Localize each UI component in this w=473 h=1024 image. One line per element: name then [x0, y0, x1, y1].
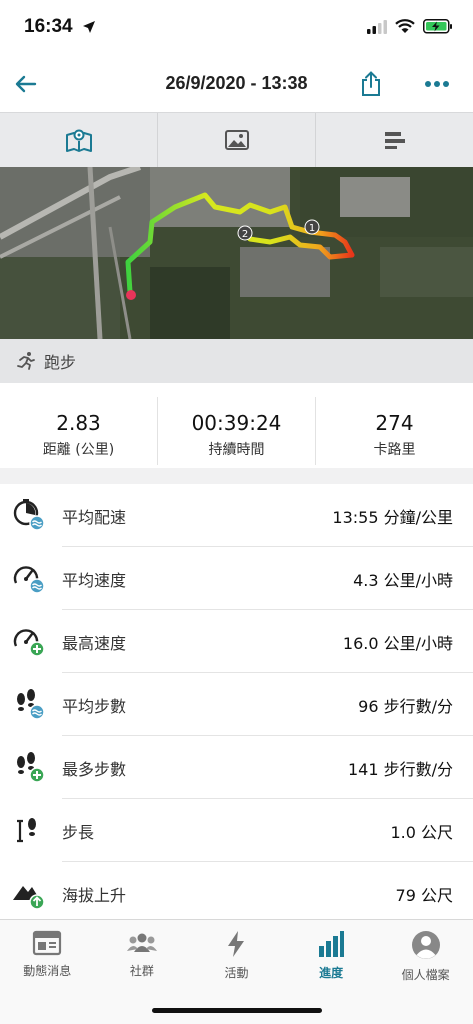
distance-value: 2.83: [56, 411, 101, 435]
route-map[interactable]: 1 2: [0, 167, 473, 339]
stride-length-icon: [17, 818, 36, 843]
avg-speed-icon: [13, 566, 45, 594]
map-marker-1: 1: [309, 223, 315, 234]
activity-icon: [228, 931, 245, 957]
stat-label: 平均配速: [62, 508, 127, 527]
tab-photos[interactable]: [158, 113, 316, 167]
status-bar: 16:34: [0, 0, 473, 56]
map-icon: [65, 129, 92, 152]
tab-profile[interactable]: 個人檔案: [378, 920, 473, 1024]
calories-label: 卡路里: [373, 442, 416, 458]
profile-icon: [411, 931, 440, 959]
section-divider: [0, 468, 473, 484]
stat-value: 4.3 公里/小時: [353, 571, 453, 590]
duration-value: 00:39:24: [191, 411, 282, 435]
stat-label: 平均速度: [62, 571, 127, 590]
activity-type-bar: 跑步: [0, 339, 473, 383]
stat-value: 1.0 公尺: [390, 823, 453, 842]
summary-distance: 2.83 距離 (公里): [0, 397, 158, 465]
tab-charts[interactable]: [316, 113, 473, 167]
tab-label: 個人檔案: [401, 968, 450, 982]
location-arrow-icon: [83, 21, 95, 33]
share-button[interactable]: [355, 68, 387, 100]
community-icon: [126, 933, 157, 952]
activity-type-label: 跑步: [44, 353, 77, 372]
progress-icon: [319, 931, 345, 957]
elevation-gain-icon: [13, 886, 45, 910]
detail-tabs: [0, 112, 473, 167]
stat-value: 79 公尺: [395, 886, 453, 905]
avg-cadence-icon: [17, 689, 45, 720]
activity-summary: 2.83 距離 (公里) 00:39:24 持續時間 274 卡路里: [0, 397, 473, 465]
duration-label: 持續時間: [208, 442, 265, 458]
status-time: 16:34: [24, 16, 73, 37]
stat-value: 13:55 分鐘/公里: [332, 508, 453, 527]
max-cadence-icon: [17, 752, 45, 783]
running-icon: [17, 352, 35, 370]
chart-icon: [384, 132, 405, 149]
stat-label: 平均步數: [62, 697, 127, 716]
tab-label: 社群: [129, 964, 154, 978]
route-end-marker: [126, 290, 136, 300]
stat-row-elevation-gain: 海拔上升 79 公尺: [0, 862, 473, 925]
page-title: 26/9/2020 - 13:38: [165, 73, 308, 93]
tab-label: 動態消息: [23, 964, 72, 978]
distance-label: 距離 (公里): [42, 442, 115, 458]
stat-value: 141 步行數/分: [347, 760, 453, 779]
max-speed-icon: [13, 629, 45, 657]
stat-value: 16.0 公里/小時: [342, 634, 453, 653]
more-dots-icon: [425, 81, 449, 87]
stat-label: 最多步數: [62, 760, 127, 779]
more-options-button[interactable]: [417, 68, 457, 100]
map-marker-2: 2: [242, 229, 248, 240]
stat-label: 最高速度: [62, 634, 127, 653]
tab-label: 進度: [319, 966, 344, 980]
news-feed-icon: [33, 930, 62, 956]
calories-value: 274: [375, 411, 414, 435]
route-map-image: 1 2: [0, 167, 473, 339]
nav-bar: 26/9/2020 - 13:38: [0, 56, 473, 112]
image-icon: [224, 130, 249, 150]
summary-duration: 00:39:24 持續時間: [158, 397, 316, 465]
stat-row-avg-speed: 平均速度 4.3 公里/小時: [0, 547, 473, 610]
stat-row-avg-pace: 平均配速 13:55 分鐘/公里: [0, 484, 473, 547]
stats-list: 平均配速 13:55 分鐘/公里 平均速度 4.3 公里/小時 最高速度 16.…: [0, 484, 473, 925]
summary-calories: 274 卡路里: [316, 397, 473, 465]
tab-news-feed[interactable]: 動態消息: [0, 920, 95, 1024]
avg-pace-icon: [13, 499, 45, 531]
tab-label: 活動: [224, 966, 249, 980]
stat-value: 96 步行數/分: [358, 697, 453, 716]
stat-row-stride-length: 步長 1.0 公尺: [0, 799, 473, 862]
stat-row-max-speed: 最高速度 16.0 公里/小時: [0, 610, 473, 673]
home-indicator: [152, 1008, 322, 1013]
battery-charging-icon: [423, 19, 452, 34]
share-icon: [362, 71, 380, 96]
stat-label: 步長: [62, 823, 95, 842]
signal-icon: [367, 19, 387, 34]
stat-row-max-cadence: 最多步數 141 步行數/分: [0, 736, 473, 799]
stat-label: 海拔上升: [62, 886, 127, 905]
stat-row-avg-cadence: 平均步數 96 步行數/分: [0, 673, 473, 736]
wifi-icon: [395, 19, 415, 33]
tab-map[interactable]: [0, 113, 158, 167]
